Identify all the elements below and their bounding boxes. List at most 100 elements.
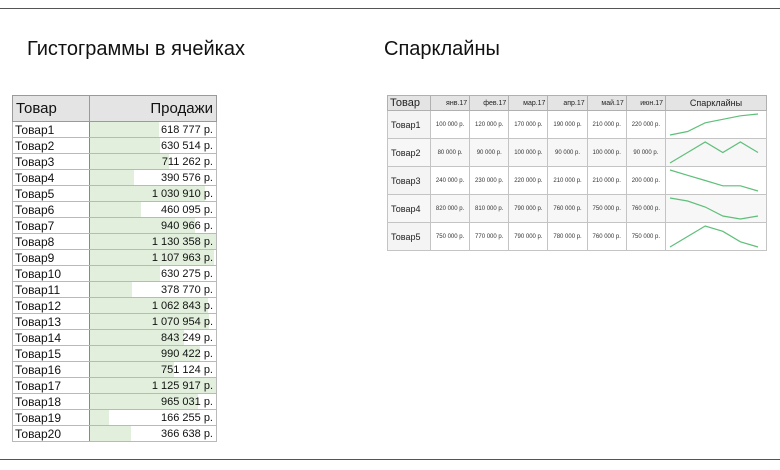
month-value-cell[interactable]: 200 000 р. (625, 166, 667, 195)
product-name-cell[interactable]: Товар12 (12, 297, 90, 314)
month-value-cell[interactable]: 90 000 р. (625, 138, 667, 167)
sparkline-cell[interactable] (665, 194, 767, 223)
column-header-month[interactable]: фев.17 (469, 95, 510, 111)
table-row[interactable]: Товар9 1 107 963 р. (12, 249, 217, 266)
product-name-cell[interactable]: Товар4 (387, 194, 431, 223)
product-name-cell[interactable]: Товар19 (12, 409, 90, 426)
month-value-cell[interactable]: 90 000 р. (469, 138, 510, 167)
month-value-cell[interactable]: 760 000 р. (625, 194, 667, 223)
table-row[interactable]: Товар12 1 062 843 р. (12, 297, 217, 314)
table-row[interactable]: Товар3 240 000 р. 230 000 р. 220 000 р. 210 … (387, 166, 767, 195)
column-header-month[interactable]: мар.17 (508, 95, 549, 111)
month-value-cell[interactable]: 230 000 р. (469, 166, 510, 195)
product-name-cell[interactable]: Товар9 (12, 249, 90, 266)
sparkline-cell[interactable] (665, 222, 767, 251)
product-name-cell[interactable]: Товар13 (12, 313, 90, 330)
product-name-cell[interactable]: Товар1 (12, 121, 90, 138)
month-value-cell[interactable]: 750 000 р. (586, 194, 627, 223)
table-row[interactable]: Товар19 166 255 р. (12, 409, 217, 426)
table-row[interactable]: Товар18 965 031 р. (12, 393, 217, 410)
table-row[interactable]: Товар1 618 777 р. (12, 121, 217, 138)
column-header-month[interactable]: янв.17 (429, 95, 471, 111)
product-name-cell[interactable]: Товар14 (12, 329, 90, 346)
month-value-cell[interactable]: 760 000 р. (586, 222, 627, 251)
month-value-cell[interactable]: 750 000 р. (429, 222, 471, 251)
sales-cell[interactable]: 1 070 954 р. (89, 313, 217, 330)
product-name-cell[interactable]: Товар7 (12, 217, 90, 234)
table-row[interactable]: Товар4 820 000 р. 810 000 р. 790 000 р. 760 … (387, 194, 767, 223)
month-value-cell[interactable]: 170 000 р. (508, 110, 549, 139)
sales-cell[interactable]: 965 031 р. (89, 393, 217, 410)
month-value-cell[interactable]: 100 000 р. (429, 110, 471, 139)
sparkline-cell[interactable] (665, 138, 767, 167)
sales-cell[interactable]: 618 777 р. (89, 121, 217, 138)
column-header-product[interactable]: Товар (387, 95, 431, 111)
month-value-cell[interactable]: 790 000 р. (508, 222, 549, 251)
product-name-cell[interactable]: Товар5 (12, 185, 90, 202)
product-name-cell[interactable]: Товар2 (12, 137, 90, 154)
table-row[interactable]: Товар14 843 249 р. (12, 329, 217, 346)
product-name-cell[interactable]: Товар3 (387, 166, 431, 195)
table-row[interactable]: Товар4 390 576 р. (12, 169, 217, 186)
month-value-cell[interactable]: 120 000 р. (469, 110, 510, 139)
product-name-cell[interactable]: Товар18 (12, 393, 90, 410)
sales-cell[interactable]: 630 275 р. (89, 265, 217, 282)
product-name-cell[interactable]: Товар3 (12, 153, 90, 170)
table-row[interactable]: Товар16 751 124 р. (12, 361, 217, 378)
month-value-cell[interactable]: 100 000 р. (508, 138, 549, 167)
table-row[interactable]: Товар6 460 095 р. (12, 201, 217, 218)
month-value-cell[interactable]: 190 000 р. (547, 110, 588, 139)
column-header-product[interactable]: Товар (12, 95, 90, 122)
product-name-cell[interactable]: Товар1 (387, 110, 431, 139)
table-row[interactable]: Товар1 100 000 р. 120 000 р. 170 000 р. 190 … (387, 110, 767, 139)
month-value-cell[interactable]: 90 000 р. (547, 138, 588, 167)
month-value-cell[interactable]: 80 000 р. (429, 138, 471, 167)
product-name-cell[interactable]: Товар6 (12, 201, 90, 218)
month-value-cell[interactable]: 790 000 р. (508, 194, 549, 223)
month-value-cell[interactable]: 780 000 р. (547, 222, 588, 251)
product-name-cell[interactable]: Товар11 (12, 281, 90, 298)
month-value-cell[interactable]: 820 000 р. (429, 194, 471, 223)
sales-cell[interactable]: 711 262 р. (89, 153, 217, 170)
month-value-cell[interactable]: 770 000 р. (469, 222, 510, 251)
month-value-cell[interactable]: 210 000 р. (586, 166, 627, 195)
column-header-month[interactable]: июн.17 (625, 95, 667, 111)
month-value-cell[interactable]: 100 000 р. (586, 138, 627, 167)
sales-cell[interactable]: 166 255 р. (89, 409, 217, 426)
month-value-cell[interactable]: 210 000 р. (547, 166, 588, 195)
sales-cell[interactable]: 378 770 р. (89, 281, 217, 298)
month-value-cell[interactable]: 810 000 р. (469, 194, 510, 223)
sales-cell[interactable]: 990 422 р. (89, 345, 217, 362)
column-header-sparklines[interactable]: Спарклайны (665, 95, 767, 111)
month-value-cell[interactable]: 210 000 р. (586, 110, 627, 139)
table-row[interactable]: Товар15 990 422 р. (12, 345, 217, 362)
sales-cell[interactable]: 366 638 р. (89, 425, 217, 442)
table-row[interactable]: Товар11 378 770 р. (12, 281, 217, 298)
sales-cell[interactable]: 630 514 р. (89, 137, 217, 154)
month-value-cell[interactable]: 220 000 р. (508, 166, 549, 195)
sales-cell[interactable]: 940 966 р. (89, 217, 217, 234)
product-name-cell[interactable]: Товар10 (12, 265, 90, 282)
product-name-cell[interactable]: Товар17 (12, 377, 90, 394)
month-value-cell[interactable]: 220 000 р. (625, 110, 667, 139)
month-value-cell[interactable]: 750 000 р. (625, 222, 667, 251)
product-name-cell[interactable]: Товар2 (387, 138, 431, 167)
product-name-cell[interactable]: Товар5 (387, 222, 431, 251)
column-header-month[interactable]: апр.17 (547, 95, 588, 111)
table-row[interactable]: Товар2 80 000 р. 90 000 р. 100 000 р. 90 000… (387, 138, 767, 167)
sales-cell[interactable]: 1 125 917 р. (89, 377, 217, 394)
sparkline-cell[interactable] (665, 166, 767, 195)
table-row[interactable]: Товар17 1 125 917 р. (12, 377, 217, 394)
table-row[interactable]: Товар20 366 638 р. (12, 425, 217, 442)
sales-cell[interactable]: 751 124 р. (89, 361, 217, 378)
month-value-cell[interactable]: 240 000 р. (429, 166, 471, 195)
product-name-cell[interactable]: Товар16 (12, 361, 90, 378)
table-row[interactable]: Товар13 1 070 954 р. (12, 313, 217, 330)
sales-cell[interactable]: 843 249 р. (89, 329, 217, 346)
sparkline-cell[interactable] (665, 110, 767, 139)
table-row[interactable]: Товар5 750 000 р. 770 000 р. 790 000 р. 780 … (387, 222, 767, 251)
table-row[interactable]: Товар8 1 130 358 р. (12, 233, 217, 250)
column-header-sales[interactable]: Продажи (89, 95, 217, 122)
table-row[interactable]: Товар3 711 262 р. (12, 153, 217, 170)
sales-cell[interactable]: 1 030 910 р. (89, 185, 217, 202)
